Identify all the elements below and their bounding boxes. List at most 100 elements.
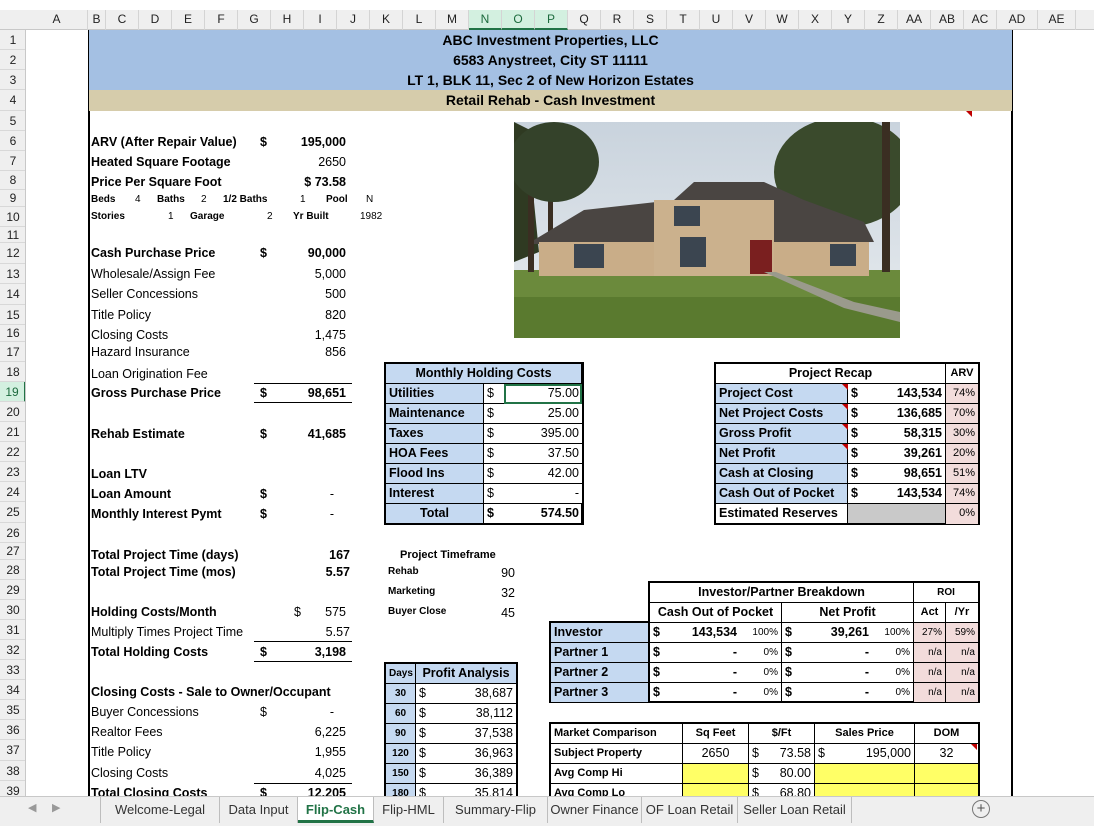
partner-cash-2[interactable]: - bbox=[670, 663, 740, 683]
row-header-29[interactable]: 29 bbox=[0, 580, 26, 600]
column-header-r[interactable]: R bbox=[601, 10, 634, 30]
recap-comment-indicator-2[interactable] bbox=[842, 424, 848, 430]
row-header-19[interactable]: 19 bbox=[0, 382, 26, 402]
column-header-y[interactable]: Y bbox=[832, 10, 865, 30]
row-header-15[interactable]: 15 bbox=[0, 305, 26, 325]
column-header-q[interactable]: Q bbox=[568, 10, 601, 30]
row-header-8[interactable]: 8 bbox=[0, 171, 26, 190]
partner-profit-0[interactable]: 39,261 bbox=[802, 623, 872, 643]
row-header-14[interactable]: 14 bbox=[0, 284, 26, 305]
monthly-interest-value[interactable]: - bbox=[286, 507, 334, 521]
sheet-tab-summary-flip[interactable]: Summary-Flip bbox=[444, 797, 548, 823]
column-header-v[interactable]: V bbox=[733, 10, 766, 30]
profit-value-5[interactable]: 35,814 bbox=[436, 784, 516, 796]
row-header-3[interactable]: 3 bbox=[0, 70, 26, 90]
column-header-m[interactable]: M bbox=[436, 10, 469, 30]
row-header-13[interactable]: 13 bbox=[0, 264, 26, 284]
multiply-time-value[interactable]: 5.57 bbox=[286, 625, 350, 639]
row-header-28[interactable]: 28 bbox=[0, 560, 26, 580]
sheet-tab-welcome-legal[interactable]: Welcome-Legal bbox=[100, 797, 220, 823]
market-dom-2[interactable] bbox=[915, 784, 978, 796]
row-header-32[interactable]: 32 bbox=[0, 640, 26, 660]
row-header-20[interactable]: 20 bbox=[0, 402, 26, 422]
market-price-2[interactable] bbox=[831, 784, 915, 796]
property-photo[interactable] bbox=[514, 122, 900, 338]
recap-comment-indicator-3[interactable] bbox=[842, 444, 848, 450]
column-header-ac[interactable]: AC bbox=[964, 10, 997, 30]
sheet-tab-seller-loan-retail[interactable]: Seller Loan Retail bbox=[738, 797, 852, 823]
column-header-ae[interactable]: AE bbox=[1038, 10, 1076, 30]
holding-value-1[interactable]: 25.00 bbox=[504, 404, 582, 424]
column-header-z[interactable]: Z bbox=[865, 10, 898, 30]
recap-comment-indicator-1[interactable] bbox=[842, 404, 848, 410]
sheet-tab-owner-finance[interactable]: Owner Finance bbox=[548, 797, 642, 823]
holding-value-5[interactable]: - bbox=[504, 484, 582, 504]
column-header-n[interactable]: N bbox=[469, 10, 502, 30]
holding-value-0[interactable]: 75.00 bbox=[504, 384, 582, 404]
market-price-0[interactable]: 195,000 bbox=[831, 744, 915, 764]
ppsf-value[interactable]: $ 73.58 bbox=[276, 175, 346, 189]
row-header-30[interactable]: 30 bbox=[0, 600, 26, 620]
partner-cash-1[interactable]: - bbox=[670, 643, 740, 663]
profit-value-4[interactable]: 36,389 bbox=[436, 764, 516, 784]
row-header-26[interactable]: 26 bbox=[0, 523, 26, 543]
sheet-tab-flip-cash[interactable]: Flip-Cash bbox=[298, 797, 374, 823]
row-header-37[interactable]: 37 bbox=[0, 740, 26, 761]
row-header-7[interactable]: 7 bbox=[0, 151, 26, 171]
row-header-21[interactable]: 21 bbox=[0, 422, 26, 442]
closing-costs-value[interactable]: 1,475 bbox=[286, 328, 346, 342]
market-sqft-0[interactable]: 2650 bbox=[683, 744, 749, 764]
column-header-k[interactable]: K bbox=[370, 10, 403, 30]
market-dom-1[interactable] bbox=[915, 764, 978, 784]
profit-value-0[interactable]: 38,687 bbox=[436, 684, 516, 704]
column-header-l[interactable]: L bbox=[403, 10, 436, 30]
row-header-33[interactable]: 33 bbox=[0, 660, 26, 680]
column-header-ad[interactable]: AD bbox=[997, 10, 1038, 30]
recap-value-0[interactable]: 143,534 bbox=[866, 384, 946, 404]
pool-value[interactable]: N bbox=[366, 194, 373, 205]
row-header-31[interactable]: 31 bbox=[0, 620, 26, 640]
row-header-18[interactable]: 18 bbox=[0, 362, 26, 382]
column-header-b[interactable]: B bbox=[88, 10, 106, 30]
project-days-value[interactable]: 167 bbox=[286, 548, 350, 562]
tab-scroll-right-icon[interactable]: ▶ bbox=[52, 801, 60, 814]
row-header-10[interactable]: 10 bbox=[0, 207, 26, 227]
hazard-insurance-value[interactable]: 856 bbox=[286, 345, 346, 359]
profit-value-2[interactable]: 37,538 bbox=[436, 724, 516, 744]
wholesale-fee-value[interactable]: 5,000 bbox=[286, 267, 346, 281]
holding-value-3[interactable]: 37.50 bbox=[504, 444, 582, 464]
sheet-tab-of-loan-retail[interactable]: OF Loan Retail bbox=[642, 797, 738, 823]
partner-cash-3[interactable]: - bbox=[670, 683, 740, 703]
market-psf-0[interactable]: 73.58 bbox=[765, 744, 815, 764]
partner-cash-0[interactable]: 143,534 bbox=[670, 623, 740, 643]
row-header-2[interactable]: 2 bbox=[0, 50, 26, 70]
column-header-ab[interactable]: AB bbox=[931, 10, 964, 30]
row-header-35[interactable]: 35 bbox=[0, 700, 26, 720]
column-header-g[interactable]: G bbox=[238, 10, 271, 30]
partner-profit-1[interactable]: - bbox=[802, 643, 872, 663]
worksheet-grid[interactable]: ABC Investment Properties, LLC 6583 Anys… bbox=[26, 30, 1094, 796]
market-sqft-2[interactable] bbox=[683, 784, 749, 796]
cash-purchase-value[interactable]: 90,000 bbox=[286, 246, 346, 260]
row-header-22[interactable]: 22 bbox=[0, 442, 26, 462]
row-header-24[interactable]: 24 bbox=[0, 482, 26, 502]
column-header-h[interactable]: H bbox=[271, 10, 304, 30]
rehab-estimate-value[interactable]: 41,685 bbox=[286, 427, 346, 441]
row-header-23[interactable]: 23 bbox=[0, 462, 26, 482]
market-sqft-1[interactable] bbox=[683, 764, 749, 784]
baths-value[interactable]: 2 bbox=[201, 194, 207, 205]
sqft-value[interactable]: 2650 bbox=[286, 155, 346, 169]
comment-indicator[interactable] bbox=[966, 111, 972, 117]
row-header-17[interactable]: 17 bbox=[0, 342, 26, 362]
loan-amount-value[interactable]: - bbox=[286, 487, 334, 501]
partner-profit-3[interactable]: - bbox=[802, 683, 872, 703]
recap-comment-indicator-0[interactable] bbox=[842, 384, 848, 390]
column-header-c[interactable]: C bbox=[106, 10, 139, 30]
column-header-e[interactable]: E bbox=[172, 10, 205, 30]
column-header-w[interactable]: W bbox=[766, 10, 799, 30]
timeframe-value-1[interactable]: 32 bbox=[481, 586, 515, 600]
column-header-j[interactable]: J bbox=[337, 10, 370, 30]
column-header-x[interactable]: X bbox=[799, 10, 832, 30]
recap-reserves-cell[interactable] bbox=[848, 504, 946, 524]
column-header-d[interactable]: D bbox=[139, 10, 172, 30]
